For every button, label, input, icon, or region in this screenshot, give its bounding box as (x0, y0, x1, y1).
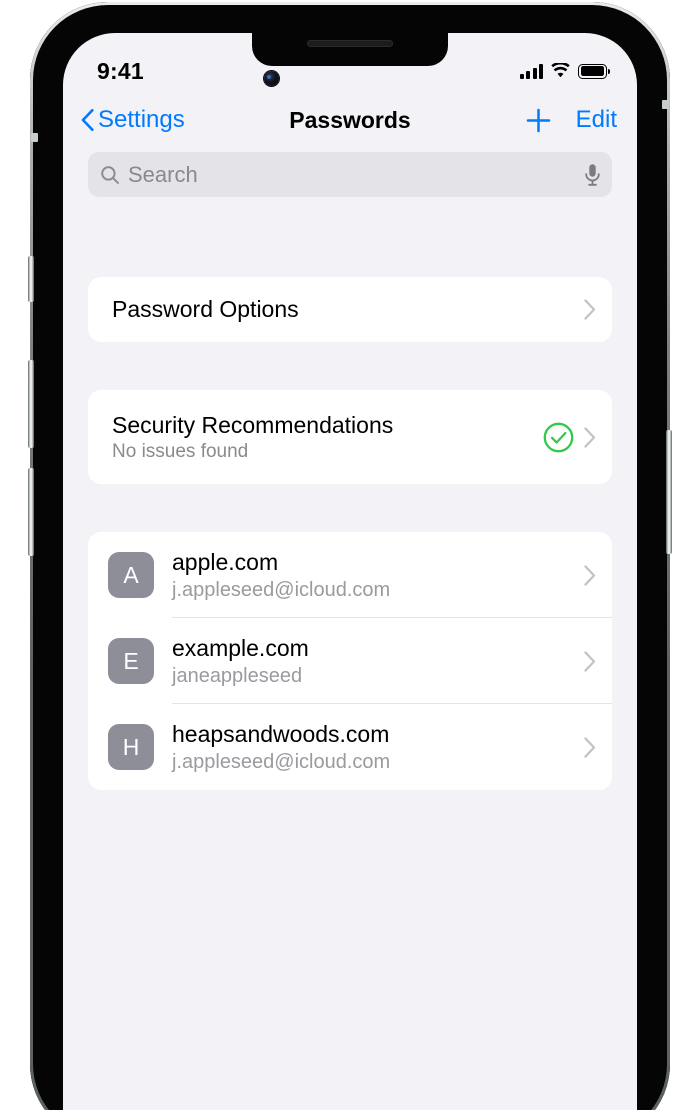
security-recommendations-label: Security Recommendations (112, 411, 394, 438)
security-recommendations-status: No issues found (112, 440, 249, 462)
password-options-row[interactable]: Password Options (88, 277, 612, 342)
chevron-right-icon (584, 736, 596, 758)
cellular-bars-icon (519, 63, 543, 79)
avatar: H (108, 724, 154, 770)
antenna-band-left (31, 133, 38, 142)
avatar: A (108, 552, 154, 598)
password-options-card: Password Options (88, 277, 612, 342)
chevron-right-icon (584, 564, 596, 586)
search-placeholder: Search (128, 161, 198, 187)
settings-content: Password Options Security Recommendation… (63, 215, 637, 1110)
security-recommendations-row[interactable]: Security Recommendations No issues found (88, 390, 612, 484)
edit-button[interactable]: Edit (576, 106, 617, 134)
display-notch (252, 33, 448, 66)
magnifier-icon (101, 165, 119, 184)
password-entry-text: example.com janeappleseed (172, 635, 574, 688)
check-circle-icon (543, 422, 574, 452)
back-button[interactable]: Settings (81, 106, 185, 134)
search-input[interactable]: Search (88, 152, 612, 197)
search-container: Search (88, 152, 612, 197)
screenshot-stage: 9:41 Settings Passwords Edit Search Pass… (0, 0, 700, 1110)
navigation-bar: Settings Passwords Edit (63, 91, 637, 149)
chevron-left-icon (81, 109, 94, 131)
password-entry-account: janeappleseed (172, 664, 303, 687)
security-recommendations-card: Security Recommendations No issues found (88, 390, 612, 484)
back-button-label: Settings (98, 106, 185, 133)
chevron-right-icon (584, 426, 596, 448)
password-options-text: Password Options (112, 296, 574, 323)
table-row[interactable]: A apple.com j.appleseed@icloud.com (88, 532, 612, 618)
status-indicators (519, 63, 610, 79)
password-entry-site: example.com (172, 634, 309, 661)
password-entry-account: j.appleseed@icloud.com (172, 578, 391, 601)
earpiece-speaker (307, 40, 393, 47)
password-entry-site: apple.com (172, 548, 279, 575)
volume-up-button[interactable] (28, 360, 34, 448)
power-button[interactable] (666, 430, 672, 554)
front-camera-icon (264, 71, 279, 86)
status-time: 9:41 (97, 57, 144, 84)
chevron-right-icon (584, 650, 596, 672)
mute-switch-button[interactable] (28, 256, 34, 302)
avatar: E (108, 638, 154, 684)
antenna-band-right (662, 100, 669, 109)
password-entry-text: apple.com j.appleseed@icloud.com (172, 549, 574, 602)
password-entry-text: heapsandwoods.com j.appleseed@icloud.com (172, 721, 574, 774)
table-row[interactable]: E example.com janeappleseed (88, 618, 612, 704)
security-recommendations-text: Security Recommendations No issues found (112, 412, 543, 463)
phone-screen: 9:41 Settings Passwords Edit Search Pass… (63, 33, 637, 1110)
volume-down-button[interactable] (28, 468, 34, 556)
microphone-icon[interactable] (584, 163, 601, 187)
password-entry-site: heapsandwoods.com (172, 720, 390, 747)
plus-icon[interactable] (525, 107, 552, 134)
wifi-icon (551, 63, 570, 78)
password-options-label: Password Options (112, 296, 299, 322)
table-row[interactable]: H heapsandwoods.com j.appleseed@icloud.c… (88, 704, 612, 790)
password-entry-account: j.appleseed@icloud.com (172, 750, 391, 773)
saved-passwords-list: A apple.com j.appleseed@icloud.com E exa… (88, 532, 612, 790)
battery-full-icon (578, 63, 610, 79)
chevron-right-icon (584, 299, 596, 320)
nav-actions: Edit (525, 106, 617, 134)
